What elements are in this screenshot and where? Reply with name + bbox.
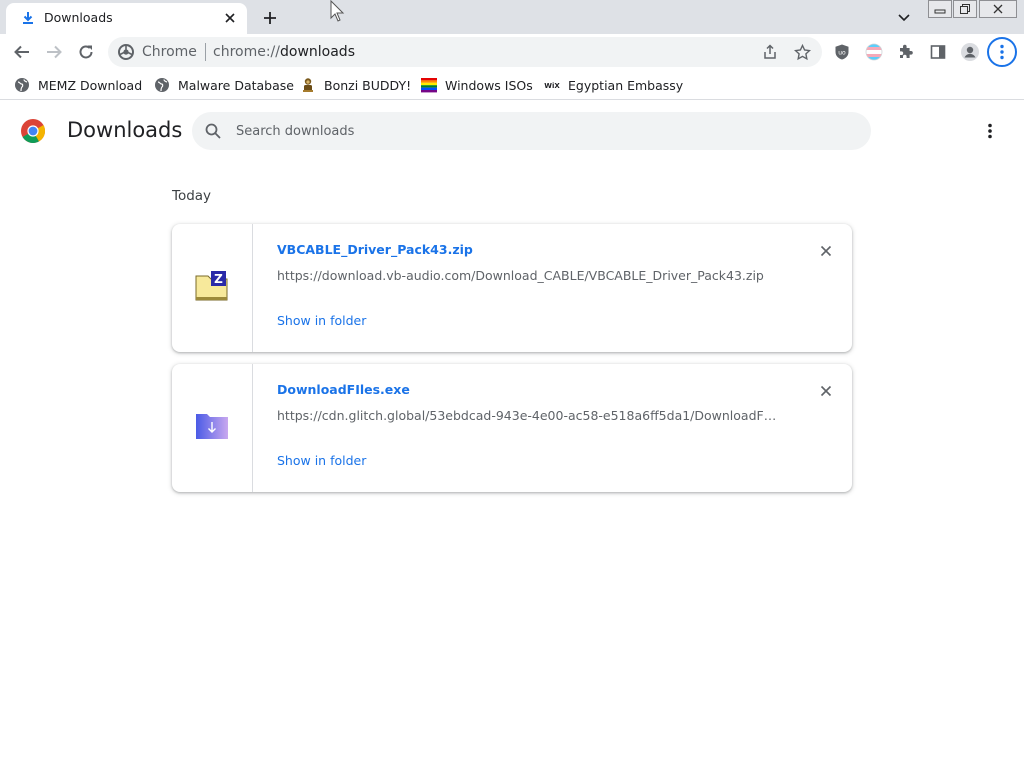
share-icon — [764, 44, 776, 59]
download-icon — [23, 12, 33, 24]
url-scheme: chrome:// — [213, 44, 280, 60]
tab-search-button[interactable] — [894, 8, 914, 28]
rainbow-flag-icon — [421, 77, 437, 93]
url-host: downloads — [280, 44, 355, 60]
more-vertical-icon — [1000, 44, 1004, 60]
bookmark-label: MEMZ Download — [38, 77, 143, 93]
side-panel-button[interactable] — [926, 40, 950, 64]
svg-text:WiX: WiX — [544, 82, 560, 90]
download-source-url[interactable]: https://download.vb-audio.com/Download_C… — [277, 268, 777, 283]
search-downloads-box[interactable] — [192, 112, 871, 150]
more-vertical-icon — [988, 123, 992, 139]
minimize-button[interactable] — [928, 0, 952, 18]
remove-download-button[interactable] — [816, 381, 836, 401]
forward-button[interactable] — [42, 40, 66, 64]
reload-icon — [79, 45, 93, 59]
restore-icon — [960, 4, 970, 14]
bookmark-egyptian-embassy[interactable]: WiX Egyptian Embassy — [544, 76, 683, 94]
minimize-icon — [934, 9, 946, 14]
profile-button[interactable] — [958, 40, 982, 64]
globe-icon — [14, 77, 30, 93]
downloads-more-menu-button[interactable] — [978, 119, 1002, 143]
tab-strip: Downloads — [0, 0, 1024, 34]
exe-file-icon — [196, 414, 228, 439]
remove-download-button[interactable] — [816, 241, 836, 261]
bookmark-malware-database[interactable]: Malware Database — [154, 76, 294, 94]
page-title: Downloads — [67, 118, 183, 142]
toolbar: Chrome chrome://downloads uo — [0, 34, 1024, 70]
reload-button[interactable] — [74, 40, 98, 64]
close-icon — [820, 245, 832, 257]
back-button[interactable] — [10, 40, 34, 64]
download-source-url[interactable]: https://cdn.glitch.global/53ebdcad-943e-… — [277, 408, 777, 423]
chevron-down-icon — [898, 14, 910, 22]
chrome-site-icon — [118, 44, 134, 60]
site-name: Chrome — [142, 44, 197, 60]
bookmark-label: Windows ISOs — [445, 77, 533, 93]
tab-title: Downloads — [44, 10, 113, 25]
tab-close-button[interactable] — [221, 9, 239, 27]
bookmark-label: Bonzi BUDDY! — [324, 77, 412, 93]
bookmarks-bar: MEMZ Download Malware Database Bonzi BUD… — [0, 70, 1024, 100]
address-url[interactable]: chrome://downloads — [213, 44, 355, 60]
download-item: Z VBCABLE_Driver_Pack43.zip https://down… — [172, 224, 852, 352]
new-tab-button[interactable] — [258, 6, 282, 30]
tab-downloads[interactable]: Downloads — [6, 3, 247, 34]
chrome-logo-icon — [21, 119, 46, 144]
wix-icon: WiX — [544, 77, 560, 93]
bookmark-windows-isos[interactable]: Windows ISOs — [421, 76, 533, 94]
bookmark-star-button[interactable] — [792, 42, 812, 62]
download-file-link[interactable]: VBCABLE_Driver_Pack43.zip — [277, 242, 473, 257]
chrome-menu-button[interactable] — [987, 37, 1017, 67]
download-file-link[interactable]: DownloadFIles.exe — [277, 382, 410, 397]
trans-flag-icon — [865, 43, 883, 61]
show-in-folder-link[interactable]: Show in folder — [277, 453, 366, 468]
extensions-button[interactable] — [894, 40, 918, 64]
download-icon-column: Z — [172, 224, 253, 352]
search-input[interactable] — [236, 120, 836, 142]
show-in-folder-link[interactable]: Show in folder — [277, 313, 366, 328]
bookmark-label: Malware Database — [178, 77, 294, 93]
avatar-icon — [961, 43, 979, 61]
puzzle-icon — [900, 44, 913, 58]
close-icon — [225, 13, 235, 23]
star-icon — [793, 43, 811, 60]
restore-button[interactable] — [953, 0, 977, 18]
bookmark-memz-download[interactable]: MEMZ Download — [14, 76, 142, 94]
close-window-button[interactable] — [979, 0, 1017, 18]
bookmark-label: Egyptian Embassy — [568, 77, 684, 93]
side-panel-icon — [930, 45, 946, 59]
address-bar[interactable]: Chrome chrome://downloads — [108, 37, 822, 67]
plus-icon — [264, 12, 276, 24]
svg-text:Z: Z — [214, 272, 223, 286]
downloads-header: Downloads — [0, 101, 1024, 161]
search-icon — [205, 123, 221, 139]
zip-file-icon: Z — [195, 271, 228, 301]
bonzi-icon — [300, 77, 316, 93]
mouse-cursor-icon — [330, 0, 345, 22]
bookmark-bonzi-buddy[interactable]: Bonzi BUDDY! — [300, 76, 411, 94]
flag-extension-button[interactable] — [862, 40, 886, 64]
download-item: DownloadFIles.exe https://cdn.glitch.glo… — [172, 364, 852, 492]
close-icon — [820, 385, 832, 397]
share-button[interactable] — [760, 42, 780, 62]
svg-text:uo: uo — [838, 50, 846, 57]
ublock-shield-icon: uo — [835, 44, 849, 60]
globe-icon — [154, 77, 170, 93]
arrow-right-icon — [47, 45, 62, 59]
date-section-label: Today — [172, 188, 212, 204]
download-icon-column — [172, 364, 253, 492]
close-icon — [993, 4, 1003, 14]
address-separator — [205, 43, 206, 61]
arrow-left-icon — [14, 45, 29, 59]
ublock-extension-button[interactable]: uo — [830, 40, 854, 64]
